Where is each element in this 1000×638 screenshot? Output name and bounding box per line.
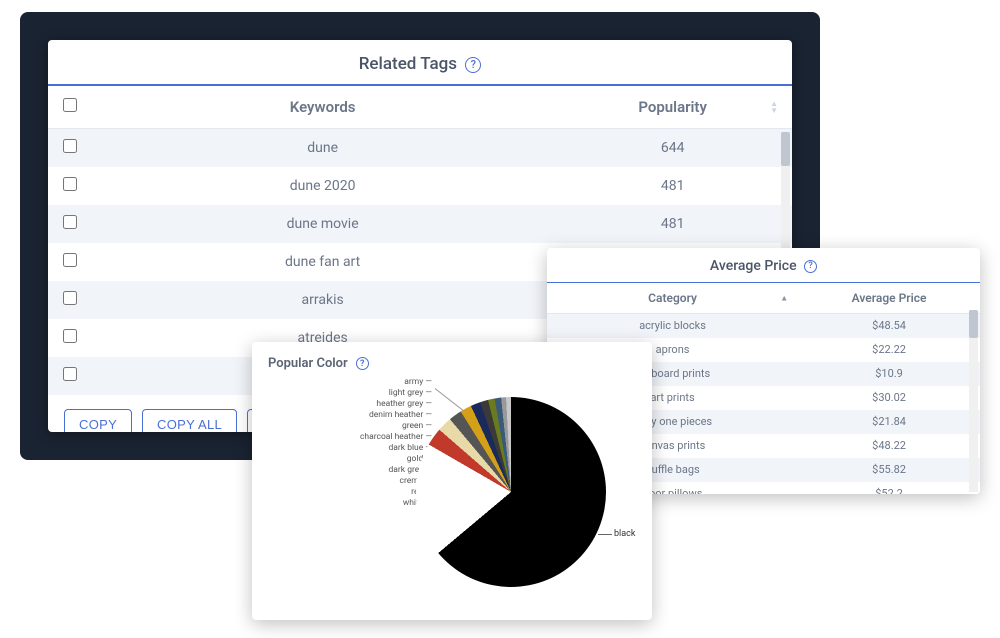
sort-icon[interactable]: ▲▼ bbox=[770, 100, 778, 114]
table-row: dune644 bbox=[48, 129, 792, 167]
price-cell: $55.82 bbox=[798, 458, 980, 482]
row-checkbox-cell bbox=[48, 205, 92, 243]
related-tags-title: Related Tags ? bbox=[48, 40, 792, 86]
price-cell: $21.84 bbox=[798, 410, 980, 434]
keyword-cell: dune movie bbox=[92, 205, 553, 243]
price-cell: $10.9 bbox=[798, 362, 980, 386]
category-cell: acrylic blocks bbox=[547, 314, 798, 338]
popularity-cell: 481 bbox=[553, 205, 792, 243]
row-checkbox[interactable] bbox=[63, 367, 77, 381]
price-cell: $48.54 bbox=[798, 314, 980, 338]
row-checkbox-cell bbox=[48, 129, 92, 167]
popularity-label: Popularity bbox=[638, 98, 707, 116]
keyword-cell: dune bbox=[92, 129, 553, 167]
row-checkbox[interactable] bbox=[63, 177, 77, 191]
popular-color-title: Popular Color ? bbox=[268, 356, 636, 371]
scroll-thumb[interactable] bbox=[969, 310, 978, 338]
table-row: acrylic blocks$48.54 bbox=[547, 314, 980, 338]
keyword-cell: dune fan art bbox=[92, 243, 553, 281]
column-price[interactable]: Average Price bbox=[798, 283, 980, 314]
row-checkbox[interactable] bbox=[63, 291, 77, 305]
keyword-cell: arrakis bbox=[92, 281, 553, 319]
price-cell: $22.22 bbox=[798, 338, 980, 362]
scroll-thumb[interactable] bbox=[781, 132, 790, 166]
pie-label: green — bbox=[346, 421, 432, 432]
help-icon[interactable]: ? bbox=[465, 57, 481, 73]
pie-label: heather grey — bbox=[346, 399, 432, 410]
column-keywords[interactable]: Keywords bbox=[92, 86, 553, 129]
scrollbar[interactable] bbox=[969, 310, 978, 492]
copy-all-button[interactable]: COPY ALL bbox=[142, 409, 237, 433]
help-icon[interactable]: ? bbox=[356, 357, 369, 370]
average-price-title: Average Price ? bbox=[547, 248, 980, 283]
popularity-cell: 644 bbox=[553, 129, 792, 167]
popularity-cell: 481 bbox=[553, 167, 792, 205]
table-row: dune movie481 bbox=[48, 205, 792, 243]
copy-button[interactable]: COPY bbox=[64, 409, 132, 433]
row-checkbox-cell bbox=[48, 357, 92, 395]
title-text: Related Tags bbox=[359, 54, 457, 74]
row-checkbox-cell bbox=[48, 319, 92, 357]
row-checkbox-cell bbox=[48, 243, 92, 281]
row-checkbox[interactable] bbox=[63, 215, 77, 229]
row-checkbox[interactable] bbox=[63, 329, 77, 343]
pie-label: charcoal heather — bbox=[346, 432, 432, 443]
pie-label-black: black bbox=[614, 529, 635, 539]
price-cell: $48.22 bbox=[798, 434, 980, 458]
select-all-checkbox[interactable] bbox=[63, 98, 77, 112]
row-checkbox[interactable] bbox=[63, 253, 77, 267]
popular-color-panel: Popular Color ? army —light grey —heathe… bbox=[252, 342, 652, 620]
sort-asc-icon[interactable]: ▲ bbox=[780, 294, 788, 303]
pie-label: gold — bbox=[346, 454, 432, 465]
price-cell: $52.2 bbox=[798, 482, 980, 495]
title-text: Popular Color bbox=[268, 356, 348, 371]
pie-label: army — bbox=[346, 377, 432, 388]
row-checkbox[interactable] bbox=[63, 139, 77, 153]
row-checkbox-cell bbox=[48, 281, 92, 319]
title-text: Average Price bbox=[710, 258, 797, 274]
price-cell: $30.02 bbox=[798, 386, 980, 410]
column-category[interactable]: Category ▲ bbox=[547, 283, 798, 314]
category-label: Category bbox=[648, 291, 697, 305]
pie-label: denim heather — bbox=[346, 410, 432, 421]
help-icon[interactable]: ? bbox=[804, 260, 817, 273]
row-checkbox-cell bbox=[48, 167, 92, 205]
pie-slices bbox=[416, 397, 606, 587]
column-checkbox bbox=[48, 86, 92, 129]
column-popularity[interactable]: Popularity ▲▼ bbox=[553, 86, 792, 129]
table-row: dune 2020481 bbox=[48, 167, 792, 205]
pie-label: dark blue — bbox=[346, 443, 432, 454]
pie-chart: army —light grey —heather grey —denim he… bbox=[268, 371, 636, 601]
keyword-cell: dune 2020 bbox=[92, 167, 553, 205]
pie-label: light grey — bbox=[346, 388, 432, 399]
